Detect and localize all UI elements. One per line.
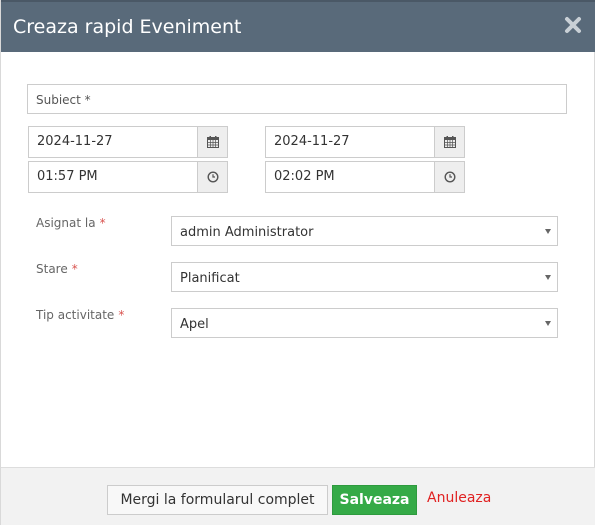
dialog-header: Creaza rapid Eveniment: [1, 0, 595, 52]
start-time-clock-button[interactable]: [197, 161, 228, 193]
subject-input[interactable]: Subiect *: [27, 84, 567, 114]
save-button[interactable]: Salveaza: [332, 485, 417, 515]
assigned-label: Asignat la *: [36, 216, 106, 230]
start-date-field[interactable]: 2024-11-27: [28, 126, 228, 158]
chevron-down-icon: [545, 275, 551, 280]
quick-create-event-dialog: Creaza rapid Eveniment Subiect * 2024-11…: [0, 0, 595, 525]
activity-type-label: Tip activitate *: [36, 308, 124, 322]
dialog-title: Creaza rapid Eveniment: [13, 16, 242, 38]
dialog-footer: Mergi la formularul complet Salveaza Anu…: [1, 467, 595, 525]
end-date-value: 2024-11-27: [274, 134, 350, 149]
required-mark: *: [118, 308, 125, 322]
start-date-value: 2024-11-27: [37, 134, 113, 149]
activity-type-label-text: Tip activitate: [36, 308, 115, 322]
assigned-label-text: Asignat la: [36, 216, 96, 230]
subject-placeholder: Subiect *: [36, 93, 91, 107]
required-mark: *: [71, 262, 78, 276]
end-date-calendar-button[interactable]: [434, 126, 465, 158]
full-form-button[interactable]: Mergi la formularul complet: [107, 485, 328, 515]
cancel-link[interactable]: Anuleaza: [427, 490, 491, 506]
save-button-label: Salveaza: [339, 492, 410, 508]
activity-type-value: Apel: [180, 317, 209, 332]
start-time-field[interactable]: 01:57 PM: [28, 161, 228, 193]
full-form-button-label: Mergi la formularul complet: [120, 492, 315, 508]
calendar-icon: [207, 136, 219, 148]
end-time-value: 02:02 PM: [274, 169, 335, 184]
status-label-text: Stare: [36, 262, 68, 276]
chevron-down-icon: [545, 321, 551, 326]
activity-type-select[interactable]: Apel: [171, 308, 558, 338]
end-time-clock-button[interactable]: [434, 161, 465, 193]
clock-icon: [207, 171, 219, 183]
chevron-down-icon: [545, 229, 551, 234]
required-mark: *: [99, 216, 106, 230]
close-icon[interactable]: [564, 16, 582, 34]
end-date-field[interactable]: 2024-11-27: [265, 126, 465, 158]
end-time-field[interactable]: 02:02 PM: [265, 161, 465, 193]
status-select[interactable]: Planificat: [171, 262, 558, 292]
assigned-select[interactable]: admin Administrator: [171, 216, 558, 246]
status-label: Stare *: [36, 262, 78, 276]
assigned-value: admin Administrator: [180, 225, 314, 240]
calendar-icon: [444, 136, 456, 148]
status-value: Planificat: [180, 271, 240, 286]
clock-icon: [444, 171, 456, 183]
start-time-value: 01:57 PM: [37, 169, 98, 184]
start-date-calendar-button[interactable]: [197, 126, 228, 158]
